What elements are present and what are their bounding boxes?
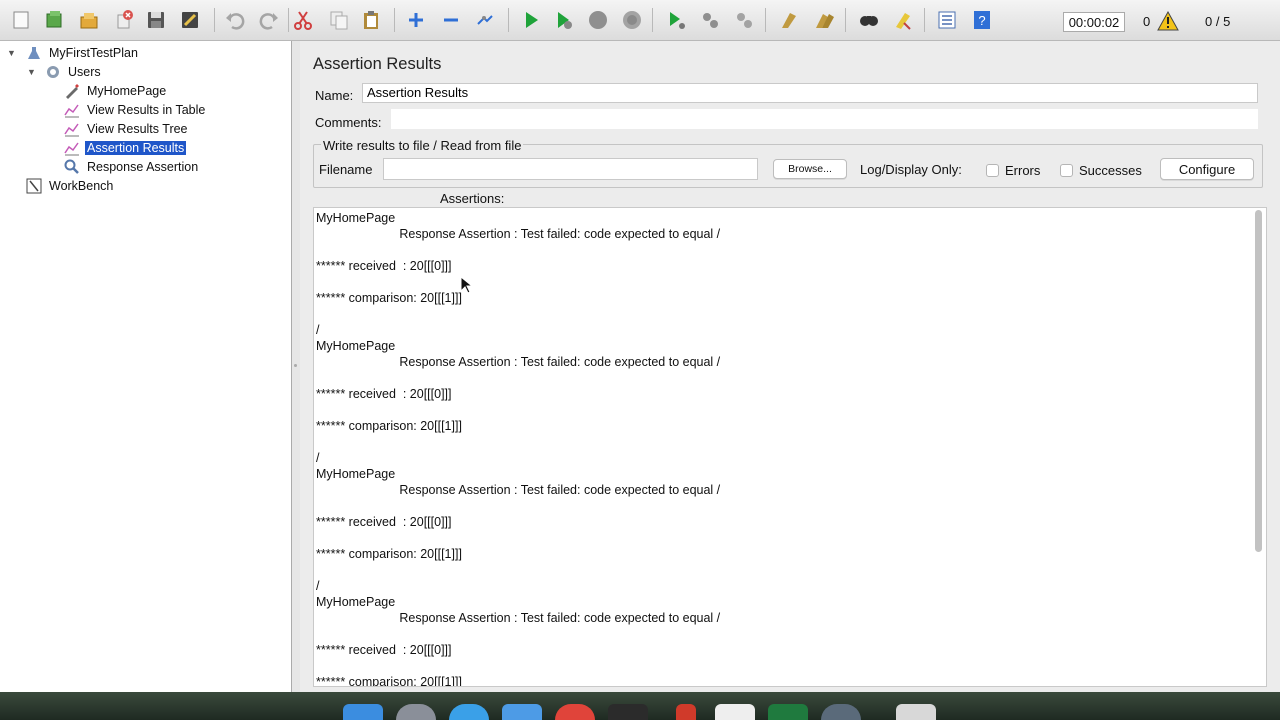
vertical-scrollbar[interactable]	[1255, 210, 1264, 682]
assertions-label: Assertions:	[440, 191, 505, 206]
reset-search-icon[interactable]	[891, 8, 915, 32]
listener-icon	[64, 104, 79, 117]
active-threads-count: 0 / 5	[1205, 14, 1231, 29]
splitter-grip	[294, 364, 297, 367]
tree-item-view-results-table[interactable]: View Results in Table	[64, 101, 207, 118]
configure-button[interactable]: Configure	[1160, 158, 1254, 180]
tree-item-response-assertion[interactable]: Response Assertion	[64, 158, 200, 175]
redo-icon[interactable]	[257, 8, 281, 32]
tree-item-label: View Results Tree	[87, 121, 188, 136]
warning-icon[interactable]	[1157, 11, 1179, 31]
errors-checkbox[interactable]	[986, 164, 999, 177]
assertion-icon	[64, 159, 79, 174]
close-icon[interactable]	[112, 8, 136, 32]
comments-label: Comments:	[315, 115, 382, 130]
log-display-only-label: Log/Display Only:	[860, 162, 962, 177]
clear-icon[interactable]	[777, 8, 801, 32]
remote-stop-icon[interactable]	[698, 8, 722, 32]
undo-icon[interactable]	[223, 8, 247, 32]
tree-item-label: View Results in Table	[87, 102, 206, 117]
filename-label: Filename	[319, 162, 373, 177]
dock-mail-icon[interactable]	[502, 704, 542, 720]
scrollbar-thumb[interactable]	[1255, 210, 1262, 552]
start-no-pauses-icon[interactable]	[552, 8, 576, 32]
elapsed-timer: 00:00:02	[1063, 12, 1125, 32]
open-icon[interactable]	[77, 8, 101, 32]
stop-icon[interactable]	[586, 8, 610, 32]
test-plan-icon	[28, 46, 40, 59]
warning-count: 0	[1143, 14, 1151, 29]
sampler-icon	[66, 83, 79, 99]
dock-finder-icon[interactable]	[343, 704, 383, 720]
dock-terminal-icon[interactable]	[608, 704, 648, 720]
successes-checkbox[interactable]	[1060, 164, 1073, 177]
dock-excel-icon[interactable]	[768, 704, 808, 720]
collapse-icon[interactable]	[439, 8, 463, 32]
shutdown-icon[interactable]	[620, 8, 644, 32]
dock-textedit-icon[interactable]	[715, 704, 755, 720]
name-field[interactable]	[362, 83, 1258, 103]
listener-icon	[64, 123, 79, 136]
tree-item-label: Response Assertion	[87, 159, 199, 174]
name-label: Name:	[315, 88, 354, 103]
tree-item-thread-group[interactable]: Users	[45, 63, 103, 80]
expand-icon[interactable]	[404, 8, 428, 32]
listener-icon	[64, 142, 79, 155]
expand-arrow-icon[interactable]: ▼	[7, 48, 16, 58]
save-as-icon[interactable]	[178, 8, 202, 32]
successes-label: Successes	[1079, 163, 1142, 178]
file-group-legend: Write results to file / Read from file	[321, 138, 524, 153]
assertion-results-textarea[interactable]: MyHomePage Response Assertion : Test fai…	[313, 207, 1267, 687]
help-icon[interactable]: ?	[970, 8, 994, 32]
tree-item-sampler[interactable]: MyHomePage	[64, 82, 168, 99]
cut-icon[interactable]	[291, 8, 315, 32]
remote-start-icon[interactable]	[664, 8, 688, 32]
assertion-results-panel: Assertion Results Name: Comments: Write …	[301, 41, 1280, 692]
copy-icon[interactable]	[327, 8, 351, 32]
tree-item-label: Assertion Results	[85, 140, 187, 155]
tree-item-test-plan[interactable]: MyFirstTestPlan	[26, 44, 140, 61]
paste-icon[interactable]	[359, 8, 383, 32]
browse-button[interactable]: Browse...	[773, 159, 847, 179]
expand-arrow-icon[interactable]: ▼	[27, 67, 36, 77]
mouse-cursor-icon	[460, 276, 472, 294]
errors-label: Errors	[1005, 163, 1041, 178]
tree-item-assertion-results[interactable]: Assertion Results	[64, 139, 187, 156]
tree-item-label: Users	[68, 64, 101, 79]
workbench-icon	[26, 178, 42, 193]
new-icon[interactable]	[9, 8, 33, 32]
page-title: Assertion Results	[313, 55, 442, 73]
dock-trash-icon[interactable]	[896, 704, 936, 720]
function-helper-icon[interactable]	[935, 8, 959, 32]
tree-item-label: WorkBench	[49, 178, 114, 193]
svg-text:?: ?	[978, 13, 985, 28]
tree-item-view-results-tree[interactable]: View Results Tree	[64, 120, 190, 137]
main-toolbar: ? 00:00:02 0 0 / 5	[0, 0, 1280, 41]
thread-group-icon	[47, 65, 59, 78]
assertion-results-text: MyHomePage Response Assertion : Test fai…	[316, 211, 721, 687]
test-plan-tree: ▼ MyFirstTestPlan ▼ Users MyHomePage Vie…	[0, 41, 292, 692]
tree-item-workbench[interactable]: WorkBench	[26, 177, 115, 194]
comments-field[interactable]	[391, 109, 1258, 129]
save-icon[interactable]	[144, 8, 168, 32]
clear-all-icon[interactable]	[812, 8, 836, 32]
templates-icon[interactable]	[42, 8, 66, 32]
search-icon[interactable]	[857, 8, 881, 32]
tree-item-label: MyHomePage	[87, 83, 167, 98]
toggle-icon[interactable]	[473, 8, 497, 32]
dock-pencil-icon[interactable]	[676, 704, 696, 720]
tree-item-label: MyFirstTestPlan	[49, 45, 138, 60]
start-icon[interactable]	[519, 8, 543, 32]
filename-input[interactable]	[383, 158, 758, 180]
remote-shutdown-icon[interactable]	[732, 8, 756, 32]
